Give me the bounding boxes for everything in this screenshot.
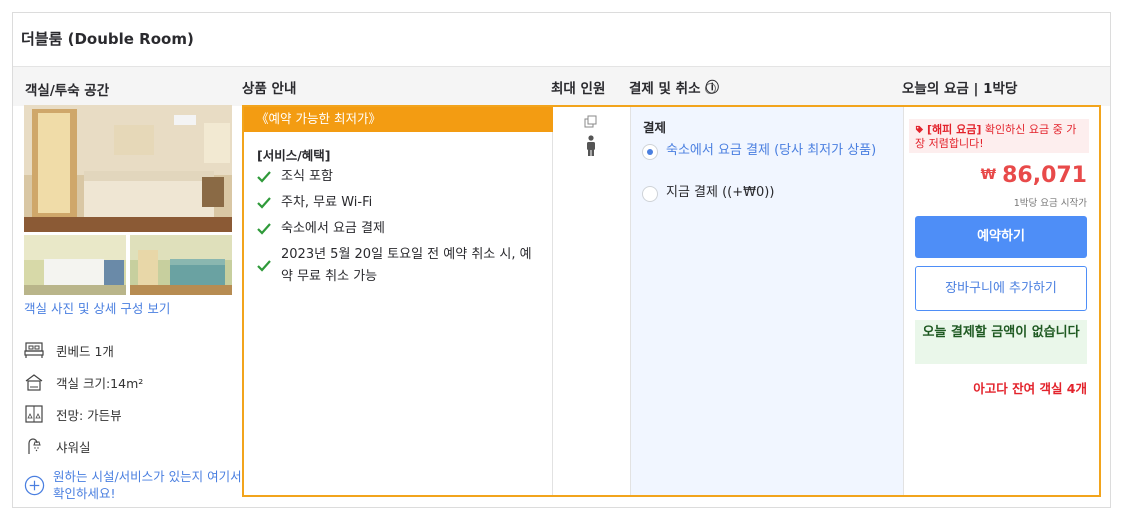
ask-facility-link[interactable]: 원하는 시설/서비스가 있는지 여기서 확인하세요! — [24, 468, 243, 502]
room-title: 더블룸 (Double Room) — [21, 30, 194, 48]
radio-unselected[interactable] — [642, 186, 658, 202]
product-info-cell: 《예약 가능한 최저가》 [서비스/혜택] 조식 포함 주차, 무료 Wi-Fi… — [244, 107, 553, 495]
table-header: 객실/투숙 공간 상품 안내 최대 인원 결제 및 취소 ⓘ 오늘의 요금 | 1… — [13, 66, 1110, 106]
price: ₩86,071 — [980, 163, 1087, 188]
header-payment-cancel: 결제 및 취소 ⓘ — [629, 79, 719, 97]
payment-option-pay-now[interactable]: 지금 결제 ((+₩0)) — [642, 183, 896, 203]
room-photos-link[interactable]: 객실 사진 및 상세 구성 보기 — [24, 298, 170, 317]
feature-room-size: 객실 크기:14m² — [24, 371, 143, 393]
feature-shower: 샤워실 — [24, 435, 91, 457]
plus-circle-icon — [24, 475, 45, 496]
room-photo-thumb-2[interactable] — [130, 235, 232, 295]
price-note: 1박당 요금 시작가 — [1013, 198, 1087, 209]
service-item: 숙소에서 요금 결제 — [257, 218, 539, 240]
room-photo-main[interactable] — [24, 105, 232, 232]
feature-bed: 퀸베드 1개 — [24, 339, 114, 361]
header-max-guests: 최대 인원 — [551, 81, 606, 97]
radio-selected[interactable] — [642, 144, 658, 160]
no-payment-today-notice: 오늘 결제할 금액이 없습니다 — [915, 320, 1087, 364]
person-icon — [587, 135, 595, 156]
room-photo-thumb-1[interactable] — [24, 235, 126, 295]
services-title: [서비스/혜택] — [257, 148, 331, 163]
copy-icon[interactable] — [584, 115, 597, 128]
feature-bed-label: 퀸베드 1개 — [56, 343, 114, 359]
payment-option-pay-at-property[interactable]: 숙소에서 요금 결제 (당사 최저가 상품) — [642, 141, 896, 161]
feature-shower-label: 샤워실 — [56, 439, 91, 455]
service-item: 주차, 무료 Wi-Fi — [257, 192, 539, 214]
info-icon[interactable]: ⓘ — [704, 81, 719, 94]
feature-room-size-label: 객실 크기:14m² — [56, 375, 144, 391]
payment-title: 결제 — [643, 120, 667, 135]
room-size-icon — [25, 374, 43, 391]
add-to-cart-button[interactable]: 장바구니에 추가하기 — [915, 266, 1087, 311]
tag-icon — [915, 125, 924, 134]
view-icon — [25, 405, 43, 423]
price-cell: [해피 요금] 확인하신 요금 중 가장 저렴합니다! ₩86,071 1박당 … — [904, 107, 1099, 495]
check-icon — [257, 197, 271, 209]
best-price-banner: 《예약 가능한 최저가》 — [244, 107, 553, 132]
check-icon — [257, 223, 271, 235]
offer-row: 《예약 가능한 최저가》 [서비스/혜택] 조식 포함 주차, 무료 Wi-Fi… — [242, 105, 1101, 497]
bed-icon — [24, 342, 44, 358]
feature-view: 전망: 가든뷰 — [24, 403, 122, 425]
payment-cell: 결제 숙소에서 요금 결제 (당사 최저가 상품) 지금 결제 ((+₩0)) — [631, 107, 904, 495]
ask-facility-text: 원하는 시설/서비스가 있는지 여기서 확인하세요! — [53, 469, 242, 501]
service-item: 조식 포함 — [257, 166, 539, 188]
service-item: 2023년 5월 20일 토요일 전 예약 취소 시, 예약 무료 취소 가능 — [257, 244, 539, 288]
check-icon — [257, 260, 271, 272]
promo-badge: [해피 요금] 확인하신 요금 중 가장 저렴합니다! — [909, 119, 1089, 153]
rooms-left-notice: 아고다 잔여 객실 4개 — [973, 381, 1087, 396]
header-room-space: 객실/투숙 공간 — [25, 83, 110, 99]
room-card: 더블룸 (Double Room) 객실/투숙 공간 상품 안내 최대 인원 결… — [12, 12, 1111, 508]
book-button[interactable]: 예약하기 — [915, 216, 1087, 258]
feature-view-label: 전망: 가든뷰 — [56, 407, 122, 423]
header-product-info: 상품 안내 — [242, 81, 297, 97]
max-guests-cell — [553, 107, 631, 495]
shower-icon — [28, 438, 41, 454]
check-icon — [257, 171, 271, 183]
header-today-rate: 오늘의 요금 | 1박당 — [902, 81, 1018, 97]
